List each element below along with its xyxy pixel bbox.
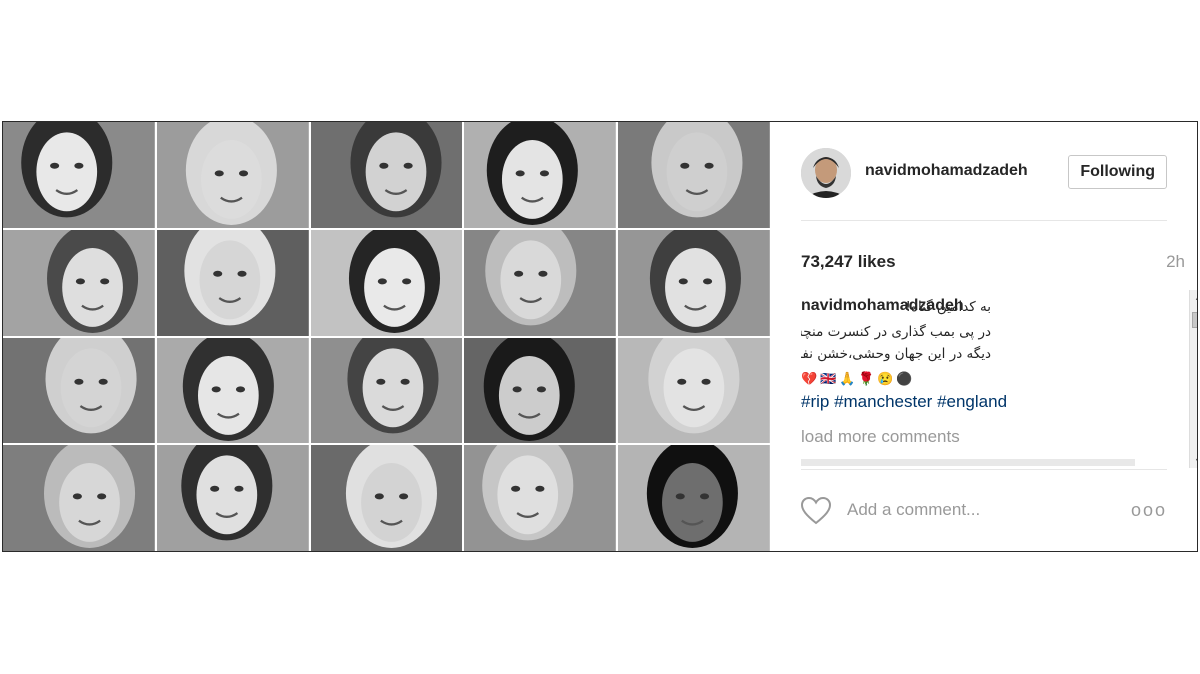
portrait-image xyxy=(618,337,770,444)
photo-collage[interactable] xyxy=(3,122,770,551)
portrait-image xyxy=(3,445,155,551)
caption-line-2: در پی بمب گذاری در کنسرت منچستر ،این بچه… xyxy=(801,324,991,340)
collage-photo-8 xyxy=(310,229,463,336)
portrait-image xyxy=(3,337,155,444)
portrait-image xyxy=(156,229,309,336)
portrait-image xyxy=(618,445,770,551)
black-circle-emoji: ⚫ xyxy=(896,371,913,386)
portrait-image xyxy=(156,445,309,551)
collage-photo-12 xyxy=(156,337,309,444)
collage-photo-1 xyxy=(3,122,155,228)
comments-scrollbar[interactable]: ▲ ▼ xyxy=(1189,290,1197,468)
avatar-image xyxy=(801,148,851,198)
collage-photo-5 xyxy=(618,122,770,228)
caption-emojis: 💔 🇬🇧 🙏 🌹 😢 ⚫ xyxy=(801,371,913,387)
add-comment-input[interactable]: Add a comment... xyxy=(847,500,980,520)
uk-flag-emoji: 🇬🇧 xyxy=(820,371,837,386)
portrait-image xyxy=(3,229,155,336)
instagram-post: navidmohamadzadeh Following 73,247 likes… xyxy=(2,121,1198,552)
post-footer: Add a comment... ooo xyxy=(801,469,1167,551)
collage-photo-4 xyxy=(464,122,617,228)
caption-hashtags[interactable]: #rip #manchester #england xyxy=(801,392,1007,412)
collage-photo-14 xyxy=(464,337,617,444)
portrait-image xyxy=(464,337,617,444)
portrait-image xyxy=(310,122,463,228)
crying-face-emoji: 😢 xyxy=(877,371,894,386)
portrait-image xyxy=(310,229,463,336)
following-button[interactable]: Following xyxy=(1068,155,1167,189)
scroll-up-arrow-icon[interactable]: ▲ xyxy=(1194,292,1197,302)
caption-line-1: به کدامین گناه! xyxy=(905,299,991,315)
portrait-image xyxy=(3,122,155,228)
scrollbar-thumb[interactable] xyxy=(1192,312,1197,328)
post-side-panel: navidmohamadzadeh Following 73,247 likes… xyxy=(771,122,1197,551)
portrait-image xyxy=(310,337,463,444)
broken-heart-emoji: 💔 xyxy=(801,371,818,386)
horizontal-scrollbar[interactable] xyxy=(801,459,1135,466)
portrait-image xyxy=(618,122,770,228)
avatar[interactable] xyxy=(801,148,851,198)
collage-photo-16 xyxy=(3,445,155,551)
collage-photo-10 xyxy=(618,229,770,336)
collage-photo-17 xyxy=(156,445,309,551)
rose-emoji: 🌹 xyxy=(858,371,875,386)
collage-photo-7 xyxy=(156,229,309,336)
scroll-down-arrow-icon[interactable]: ▼ xyxy=(1194,456,1197,466)
portrait-image xyxy=(618,229,770,336)
heart-icon[interactable] xyxy=(801,497,831,525)
collage-photo-20 xyxy=(618,445,770,551)
collage-photo-2 xyxy=(156,122,309,228)
post-username[interactable]: navidmohamadzadeh xyxy=(865,162,1028,180)
collage-photo-15 xyxy=(618,337,770,444)
collage-photo-11 xyxy=(3,337,155,444)
comments-area: navidmohamadzadeh به کدامین گناه! در پی … xyxy=(801,294,1191,464)
portrait-image xyxy=(156,122,309,228)
post-time[interactable]: 2h xyxy=(1166,252,1185,272)
likes-count[interactable]: 73,247 likes xyxy=(801,252,896,272)
collage-photo-3 xyxy=(310,122,463,228)
more-options-icon[interactable]: ooo xyxy=(1131,500,1167,521)
praying-hands-emoji: 🙏 xyxy=(839,371,856,386)
portrait-image xyxy=(310,445,463,551)
collage-photo-6 xyxy=(3,229,155,336)
portrait-image xyxy=(156,337,309,444)
portrait-image xyxy=(464,229,617,336)
collage-photo-13 xyxy=(310,337,463,444)
caption-line-3: دیگه در این جهان وحشی،خشن نفس نمی کشن xyxy=(801,346,991,362)
collage-photo-18 xyxy=(310,445,463,551)
collage-photo-19 xyxy=(464,445,617,551)
portrait-image xyxy=(464,445,617,551)
load-more-comments-link[interactable]: load more comments xyxy=(801,427,960,447)
portrait-image xyxy=(464,122,617,228)
post-header: navidmohamadzadeh Following xyxy=(801,122,1167,221)
collage-photo-9 xyxy=(464,229,617,336)
